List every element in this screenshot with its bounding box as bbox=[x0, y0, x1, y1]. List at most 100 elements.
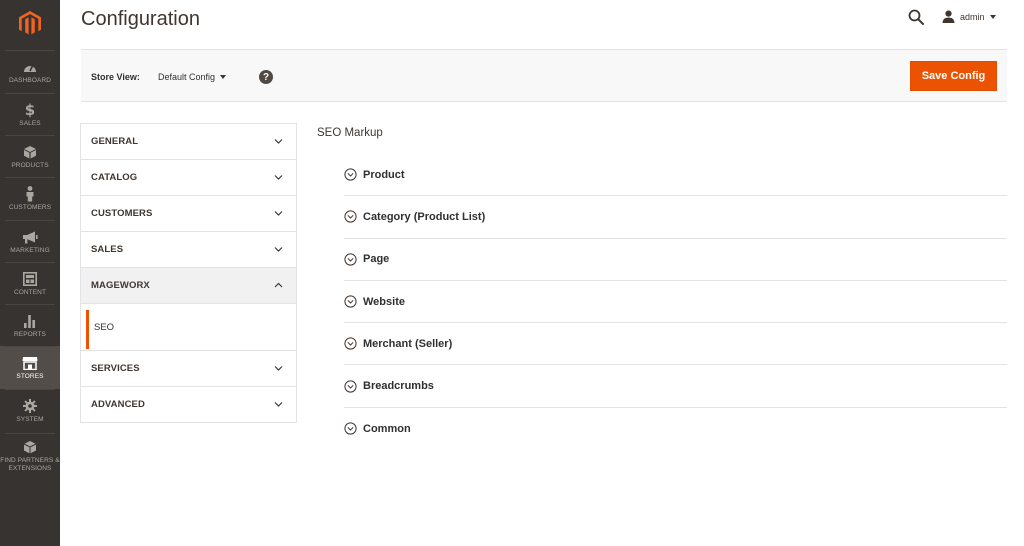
section-groups: Product Category (Product List) Page Web… bbox=[344, 154, 1007, 450]
store-view-switcher[interactable]: Default Config bbox=[158, 70, 227, 84]
nav-divider bbox=[5, 220, 55, 221]
chevron-down-icon bbox=[274, 247, 283, 252]
nav-divider bbox=[5, 177, 55, 178]
tab-label: CATALOG bbox=[91, 172, 138, 183]
nav-divider bbox=[5, 389, 55, 390]
nav-item-label: SALES bbox=[19, 120, 41, 127]
expand-circle-icon bbox=[344, 210, 357, 224]
tab-label: GENERAL bbox=[91, 136, 139, 147]
nav-item-label: DASHBOARD bbox=[8, 77, 52, 84]
group-label: Breadcrumbs bbox=[363, 380, 434, 393]
layout-icon bbox=[22, 271, 38, 287]
group-website[interactable]: Website bbox=[344, 281, 1007, 324]
tab-label: SALES bbox=[91, 244, 124, 255]
expand-circle-icon bbox=[344, 380, 357, 393]
nav-divider bbox=[5, 93, 55, 94]
nav-item-dashboard[interactable]: DASHBOARD bbox=[0, 50, 60, 92]
group-label: Category (Product List) bbox=[363, 210, 486, 223]
tab-label: CUSTOMERS bbox=[91, 208, 153, 219]
chevron-down-icon bbox=[274, 175, 283, 180]
group-label: Website bbox=[363, 295, 405, 308]
group-product[interactable]: Product bbox=[344, 154, 1007, 197]
speedometer-icon bbox=[22, 59, 38, 75]
group-common[interactable]: Common bbox=[344, 408, 1007, 450]
store-view-toolbar: Store View: Default Config ? Save Config bbox=[81, 49, 1007, 102]
store-view-label: Store View: bbox=[91, 72, 140, 82]
nav-item-reports[interactable]: REPORTS bbox=[0, 304, 60, 346]
tab-mageworx[interactable]: MAGEWORX bbox=[81, 268, 296, 304]
help-icon[interactable]: ? bbox=[259, 70, 273, 84]
tab-customers[interactable]: CUSTOMERS bbox=[81, 196, 296, 232]
nav-item-label: CUSTOMERS bbox=[8, 204, 52, 211]
chevron-down-icon bbox=[274, 402, 283, 407]
nav-item-label: SYSTEM bbox=[16, 416, 44, 423]
chevron-up-icon bbox=[274, 282, 283, 288]
magento-logo-icon bbox=[19, 10, 41, 34]
storefront-icon bbox=[22, 355, 38, 371]
group-breadcrumbs[interactable]: Breadcrumbs bbox=[344, 365, 1007, 408]
section-title: SEO Markup bbox=[317, 127, 383, 139]
nav-item-marketing[interactable]: MARKETING bbox=[0, 220, 60, 262]
nav-divider bbox=[5, 262, 55, 263]
nav-item-stores[interactable]: STORES bbox=[0, 346, 60, 389]
nav-item-customers[interactable]: CUSTOMERS bbox=[0, 177, 60, 220]
nav-divider bbox=[5, 346, 55, 347]
store-view-selected: Default Config bbox=[158, 72, 216, 82]
expand-circle-icon bbox=[344, 253, 357, 266]
config-tabs: GENERAL CATALOG CUSTOMERS SALES MAGEWORX… bbox=[80, 123, 297, 423]
chevron-down-icon bbox=[274, 211, 283, 216]
nav-item-find[interactable]: FIND PARTNERS & EXTENSIONS bbox=[0, 433, 60, 475]
subtab-label: SEO bbox=[94, 321, 115, 333]
group-label: Page bbox=[363, 253, 390, 266]
gear-icon bbox=[22, 398, 38, 414]
chevron-down-icon bbox=[274, 139, 283, 144]
tab-label: ADVANCED bbox=[91, 399, 145, 410]
svg-text:$: $ bbox=[25, 102, 35, 118]
user-icon bbox=[942, 10, 955, 23]
person-icon bbox=[22, 186, 38, 202]
megaphone-icon bbox=[22, 229, 38, 245]
save-config-button[interactable]: Save Config bbox=[910, 61, 997, 91]
magento-logo[interactable] bbox=[0, 0, 60, 46]
box-icon bbox=[22, 439, 38, 455]
nav-divider bbox=[5, 433, 55, 434]
group-label: Product bbox=[363, 168, 405, 181]
dollar-icon: $ bbox=[22, 102, 38, 118]
nav-item-label: STORES bbox=[16, 373, 44, 380]
chevron-down-icon bbox=[220, 75, 227, 79]
tab-label: MAGEWORX bbox=[91, 280, 150, 291]
cube-icon bbox=[22, 144, 38, 160]
search-icon[interactable] bbox=[908, 9, 924, 25]
active-tab-indicator bbox=[86, 310, 89, 349]
tab-sales[interactable]: SALES bbox=[81, 232, 296, 268]
admin-user-menu[interactable]: admin bbox=[942, 10, 996, 23]
group-category[interactable]: Category (Product List) bbox=[344, 196, 1007, 239]
nav-divider bbox=[5, 50, 55, 51]
nav-item-system[interactable]: SYSTEM bbox=[0, 389, 60, 433]
tab-catalog[interactable]: CATALOG bbox=[81, 160, 296, 196]
nav-item-sales[interactable]: $ SALES bbox=[0, 93, 60, 135]
nav-item-label: CONTENT bbox=[13, 289, 47, 296]
group-merchant[interactable]: Merchant (Seller) bbox=[344, 323, 1007, 366]
admin-sidebar: DASHBOARD $ SALES PRODUCTS CUSTOMERS MARKETIN… bbox=[0, 0, 60, 546]
tab-services[interactable]: SERVICES bbox=[81, 351, 296, 387]
nav-item-label: MARKETING bbox=[10, 247, 50, 254]
tab-label: SERVICES bbox=[91, 363, 140, 374]
expand-circle-icon bbox=[344, 337, 357, 350]
nav-item-content[interactable]: CONTENT bbox=[0, 262, 60, 304]
nav-item-label: REPORTS bbox=[13, 331, 46, 338]
group-label: Common bbox=[363, 422, 411, 435]
tab-general[interactable]: GENERAL bbox=[81, 124, 296, 160]
chevron-down-icon bbox=[989, 14, 996, 19]
chevron-down-icon bbox=[274, 366, 283, 371]
admin-user-name: admin bbox=[960, 11, 985, 22]
subtab-seo[interactable]: SEO bbox=[81, 304, 296, 351]
tab-advanced[interactable]: ADVANCED bbox=[81, 387, 296, 423]
nav-item-label: FIND PARTNERS & EXTENSIONS bbox=[0, 457, 60, 472]
nav-divider bbox=[5, 304, 55, 305]
expand-circle-icon bbox=[344, 422, 357, 436]
expand-circle-icon bbox=[344, 295, 357, 308]
nav-item-products[interactable]: PRODUCTS bbox=[0, 135, 60, 177]
group-page[interactable]: Page bbox=[344, 239, 1007, 281]
expand-circle-icon bbox=[344, 168, 357, 181]
